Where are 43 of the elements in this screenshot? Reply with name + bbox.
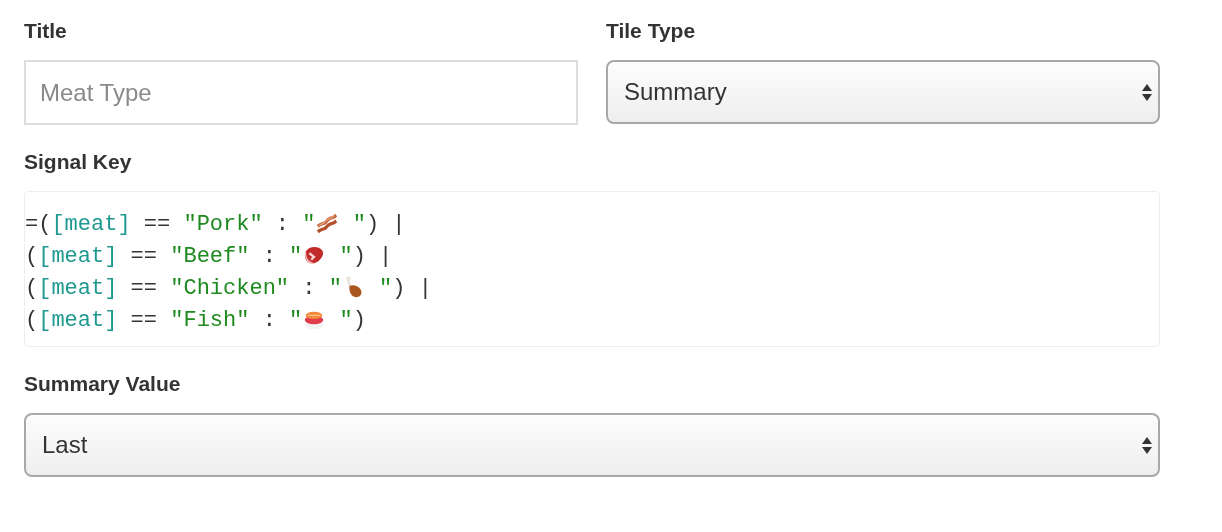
code-text: : — [261, 243, 277, 269]
string-literal: "Chicken" — [170, 275, 290, 301]
string-literal: " — [378, 275, 393, 301]
code-text: == — [142, 211, 172, 237]
field-reference: [meat] — [38, 243, 118, 269]
string-literal: " — [351, 211, 366, 237]
string-literal: " — [289, 307, 303, 333]
field-label: Summary Value — [24, 371, 181, 397]
tile-type-select[interactable]: Summary — [606, 60, 1160, 124]
code-text: ( — [25, 307, 39, 333]
code-text: : — [301, 275, 317, 301]
bacon-icon — [315, 212, 340, 236]
field-label: Title — [24, 18, 67, 44]
code-text: == — [129, 307, 159, 333]
string-literal: " — [328, 275, 342, 301]
code-text: == — [129, 243, 159, 269]
field-reference: [meat] — [51, 211, 131, 237]
string-literal: " — [338, 307, 353, 333]
code-text: : — [261, 307, 277, 333]
string-literal: "Pork" — [183, 211, 263, 237]
code-text: ( — [25, 243, 39, 269]
code-editor[interactable]: =([meat] == "Pork" : " ") | ([meat] == "Beef" : " ") | ([meat] == "Chicken" : " ") | ([meat] == "Fish" : " ") — [24, 191, 1160, 347]
field-reference: [meat] — [38, 307, 118, 333]
string-literal: "Fish" — [170, 307, 250, 333]
string-literal: " — [289, 243, 303, 269]
code-text: ) | — [365, 211, 406, 237]
code-text: == — [129, 275, 159, 301]
code-text: =( — [25, 211, 52, 237]
field-label: Signal Key — [24, 149, 132, 175]
code-text: ) | — [392, 275, 432, 301]
code-text: : — [274, 211, 291, 237]
field-label: Tile Type — [606, 18, 696, 44]
summary-value-select[interactable]: Last — [24, 413, 1160, 477]
up-down-arrows-icon — [1142, 83, 1152, 101]
code-text: ( — [25, 275, 39, 301]
title-input-field[interactable]: Meat Type — [24, 60, 578, 125]
code-text: ) — [352, 307, 366, 333]
code-text: ) | — [352, 243, 393, 269]
field-reference: [meat] — [38, 275, 118, 301]
up-down-arrows-icon — [1142, 436, 1152, 454]
string-literal: " — [302, 211, 316, 237]
string-literal: " — [338, 243, 353, 269]
string-literal: "Beef" — [170, 243, 250, 269]
